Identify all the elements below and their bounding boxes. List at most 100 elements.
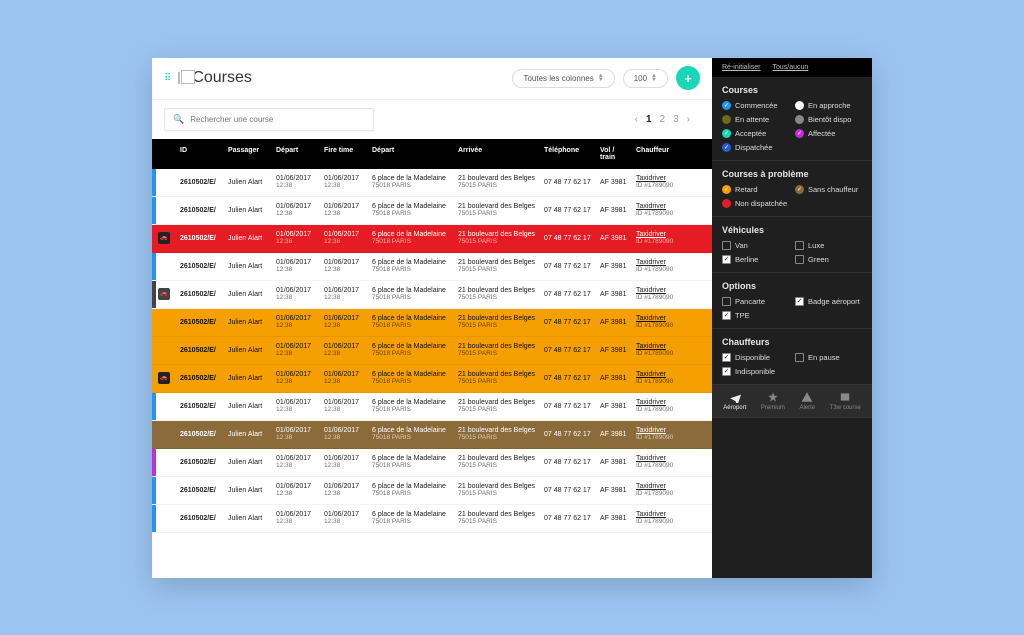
cell-chauffeur[interactable]: TaxidriverID #1789090 [632,508,692,528]
cell-depart-date: 01/06/201712:38 [272,452,320,472]
legend-item[interactable]: ✓ Acceptée [722,129,789,138]
iconbar-item[interactable]: Premium [761,391,785,411]
filter-checkbox[interactable]: ✓ Disponible [722,353,789,362]
iconbar-item[interactable]: T3w course [830,391,861,411]
cell-chauffeur[interactable]: TaxidriverID #1789090 [632,424,692,444]
filter-checkbox[interactable]: ✓ Berline [722,255,789,264]
table-row[interactable]: 2610502/E/ Julien Alart 01/06/201712:38 … [152,197,712,225]
section-options: Options Pancarte ✓ Badge aéroport ✓ TPE [712,273,872,329]
page-1[interactable]: 1 [646,114,652,125]
filter-checkbox[interactable]: ✓ Badge aéroport [795,297,862,306]
reset-link[interactable]: Ré-initialiser [722,64,761,71]
filter-checkbox[interactable]: ✓ Indisponible [722,367,789,376]
add-button[interactable]: + [676,66,700,90]
section-vehicules: Véhicules Van Luxe ✓ Berline Green [712,217,872,273]
page-prev[interactable]: ‹ [635,114,638,125]
search-input[interactable] [190,115,365,124]
cell-chauffeur[interactable]: TaxidriverID #1789090 [632,200,692,220]
table-row[interactable]: 2610502/E/ Julien Alart 01/06/201712:38 … [152,421,712,449]
status-stripe [152,281,156,308]
cell-chauffeur[interactable]: TaxidriverID #1789090 [632,312,692,332]
table-row[interactable]: 2610502/E/ Julien Alart 01/06/201712:38 … [152,337,712,365]
cell-depart-date: 01/06/201712:38 [272,424,320,444]
col-depart-addr[interactable]: Départ [368,144,454,164]
cell-chauffeur[interactable]: TaxidriverID #1789090 [632,256,692,276]
filter-checkbox[interactable]: Van [722,241,789,250]
iconbar-item[interactable]: Alerte [799,391,815,411]
filter-label: Indisponible [735,367,775,376]
iconbar-item[interactable]: Aéroport [723,391,746,411]
cell-arrivee: 21 boulevard des Belges75015 PARIS [454,508,540,528]
table-row[interactable]: 🚗 2610502/E/ Julien Alart 01/06/201712:3… [152,281,712,309]
table-row[interactable]: 2610502/E/ Julien Alart 01/06/201712:38 … [152,449,712,477]
status-dot-icon: ✓ [722,143,731,152]
cell-depart-addr: 6 place de la Madelaine75018 PARIS [368,452,454,472]
iconbar-label: Aéroport [723,405,746,411]
legend-item[interactable]: ✓ Dispatchée [722,143,789,152]
legend-item[interactable]: ✓ En approche [795,101,862,110]
col-arrivee[interactable]: Arrivée [454,144,540,164]
page-3[interactable]: 3 [673,114,679,125]
table-row[interactable]: 🚗 2610502/E/ Julien Alart 01/06/201712:3… [152,365,712,393]
search-box[interactable]: 🔍 [164,108,374,131]
cell-tel: 07 48 77 62 17 [540,400,596,413]
legend-item[interactable]: ✓ Affectée [795,129,862,138]
all-none-link[interactable]: Tous/aucun [773,64,809,71]
checkbox-icon [795,241,804,250]
col-id[interactable]: ID [176,144,224,164]
legend-item[interactable]: ✓ Retard [722,185,789,194]
cell-arrivee: 21 boulevard des Belges75015 PARIS [454,312,540,332]
legend-item[interactable]: ✓ Sans chauffeur [795,185,862,194]
cell-chauffeur[interactable]: TaxidriverID #1789090 [632,368,692,388]
table-row[interactable]: 2610502/E/ Julien Alart 01/06/201712:38 … [152,477,712,505]
legend-label: Bientôt dispo [808,115,851,124]
cell-chauffeur[interactable]: TaxidriverID #1789090 [632,452,692,472]
grip-icon[interactable]: ⠿ [164,73,170,84]
cell-vol: AF 3981 [596,484,632,497]
col-vol[interactable]: Vol / train [596,144,632,164]
page-next[interactable]: › [687,114,690,125]
legend-item[interactable]: En attente [722,115,789,124]
cell-chauffeur[interactable]: TaxidriverID #1789090 [632,396,692,416]
cell-vol: AF 3981 [596,204,632,217]
cell-chauffeur[interactable]: TaxidriverID #1789090 [632,284,692,304]
windows-icon[interactable] [178,73,180,83]
page-2[interactable]: 2 [660,114,666,125]
page-size-stepper[interactable]: 100 ▲▼ [623,69,668,88]
cell-depart-date: 01/06/201712:38 [272,340,320,360]
cell-chauffeur[interactable]: TaxidriverID #1789090 [632,340,692,360]
cell-chauffeur[interactable]: TaxidriverID #1789090 [632,228,692,248]
main-panel: ⠿ Courses Toutes les colonnes ▲▼ 100 ▲▼ … [152,58,712,578]
table-row[interactable]: 🚗 2610502/E/ Julien Alart 01/06/201712:3… [152,225,712,253]
col-depart[interactable]: Départ [272,144,320,164]
cell-tel: 07 48 77 62 17 [540,428,596,441]
status-stripe [152,169,156,196]
filter-checkbox[interactable]: ✓ TPE [722,311,789,320]
filter-checkbox[interactable]: Luxe [795,241,862,250]
cell-chauffeur[interactable]: TaxidriverID #1789090 [632,172,692,192]
cell-arrivee: 21 boulevard des Belges75015 PARIS [454,368,540,388]
cell-id: 2610502/E/ [176,232,224,245]
table-row[interactable]: 2610502/E/ Julien Alart 01/06/201712:38 … [152,253,712,281]
legend-item[interactable]: ✓ Commencée [722,101,789,110]
cell-passager: Julien Alart [224,400,272,413]
col-firetime[interactable]: Fire time [320,144,368,164]
legend-label: Retard [735,185,758,194]
col-tel[interactable]: Téléphone [540,144,596,164]
columns-selector[interactable]: Toutes les colonnes ▲▼ [512,69,614,88]
filter-checkbox[interactable]: Green [795,255,862,264]
table-row[interactable]: 2610502/E/ Julien Alart 01/06/201712:38 … [152,309,712,337]
table-row[interactable]: 2610502/E/ Julien Alart 01/06/201712:38 … [152,169,712,197]
col-passager[interactable]: Passager [224,144,272,164]
table-row[interactable]: 2610502/E/ Julien Alart 01/06/201712:38 … [152,505,712,533]
cell-arrivee: 21 boulevard des Belges75015 PARIS [454,256,540,276]
table-row[interactable]: 2610502/E/ Julien Alart 01/06/201712:38 … [152,393,712,421]
cell-id: 2610502/E/ [176,288,224,301]
legend-item[interactable]: Bientôt dispo [795,115,862,124]
filter-checkbox[interactable]: En pause [795,353,862,362]
cell-chauffeur[interactable]: TaxidriverID #1789090 [632,480,692,500]
legend-item[interactable]: Non dispatchée [722,199,789,208]
row-badge-icon: 🚗 [158,372,170,384]
filter-checkbox[interactable]: Pancarte [722,297,789,306]
col-chauffeur[interactable]: Chauffeur [632,144,692,164]
